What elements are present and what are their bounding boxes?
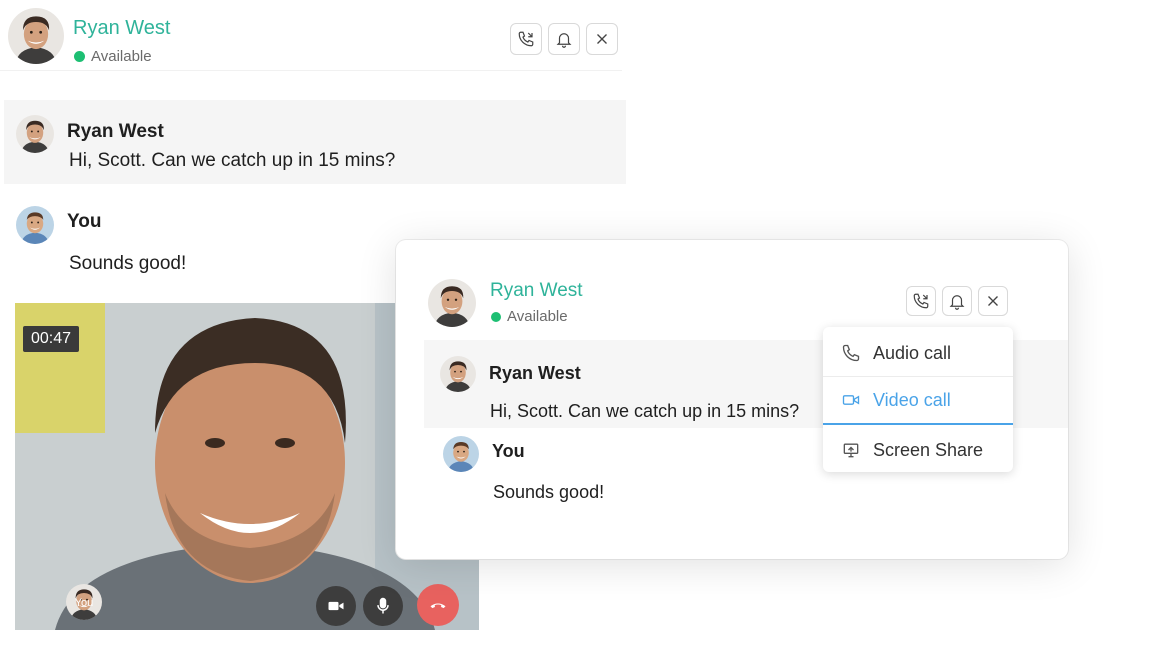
close-button[interactable] (978, 286, 1008, 316)
presence-status: Available (491, 308, 568, 325)
sender-avatar (440, 356, 476, 392)
menu-item-label: Video call (873, 389, 951, 410)
hang-up-button[interactable] (417, 584, 459, 626)
hang-up-icon (430, 603, 446, 609)
menu-item-label: Audio call (873, 342, 952, 363)
status-label: Available (507, 308, 568, 325)
message-text: Sounds good! (493, 482, 605, 502)
message-text: Sounds good! (69, 253, 187, 274)
phone-icon (518, 31, 534, 47)
phone-icon (913, 293, 929, 309)
status-label: Available (91, 48, 152, 65)
close-button[interactable] (586, 23, 618, 55)
self-view-label: You (74, 597, 94, 609)
message-sender: You (67, 211, 102, 232)
sender-avatar (16, 206, 54, 244)
message-sender: Ryan West (67, 121, 164, 142)
toggle-video-button[interactable] (316, 586, 356, 626)
message-sender: You (492, 441, 525, 461)
menu-item-audio-call[interactable]: Audio call (823, 329, 1013, 377)
call-options-menu: Audio call Video call Screen Share (823, 327, 1013, 472)
message-text: Hi, Scott. Can we catch up in 15 mins? (69, 150, 396, 171)
call-timer: 00:47 (23, 326, 80, 352)
microphone-icon (377, 597, 389, 614)
sender-avatar (16, 115, 54, 153)
call-button[interactable] (906, 286, 936, 316)
message-text: Hi, Scott. Can we catch up in 15 mins? (490, 401, 800, 421)
contact-name[interactable]: Ryan West (73, 17, 170, 40)
notifications-button[interactable] (942, 286, 972, 316)
bell-icon (556, 33, 572, 48)
screen-share-icon (843, 443, 859, 458)
menu-item-video-call[interactable]: Video call (823, 377, 1013, 425)
close-icon (597, 34, 607, 44)
sender-avatar (443, 436, 479, 472)
toggle-mic-button[interactable] (363, 586, 403, 626)
menu-item-label: Screen Share (873, 439, 984, 460)
menu-item-screen-share[interactable]: Screen Share (823, 426, 1013, 474)
bell-icon (949, 295, 965, 310)
close-icon (988, 296, 998, 306)
contact-avatar (428, 279, 476, 327)
video-camera-icon (842, 395, 860, 405)
online-dot-icon (491, 311, 501, 322)
notifications-button[interactable] (548, 23, 580, 55)
presence-status: Available (74, 48, 152, 65)
online-dot-icon (74, 51, 85, 62)
video-camera-icon (328, 601, 344, 611)
contact-name[interactable]: Ryan West (490, 280, 583, 302)
contact-avatar (8, 8, 64, 64)
phone-icon (842, 344, 860, 362)
call-button[interactable] (510, 23, 542, 55)
message-sender: Ryan West (489, 363, 581, 383)
